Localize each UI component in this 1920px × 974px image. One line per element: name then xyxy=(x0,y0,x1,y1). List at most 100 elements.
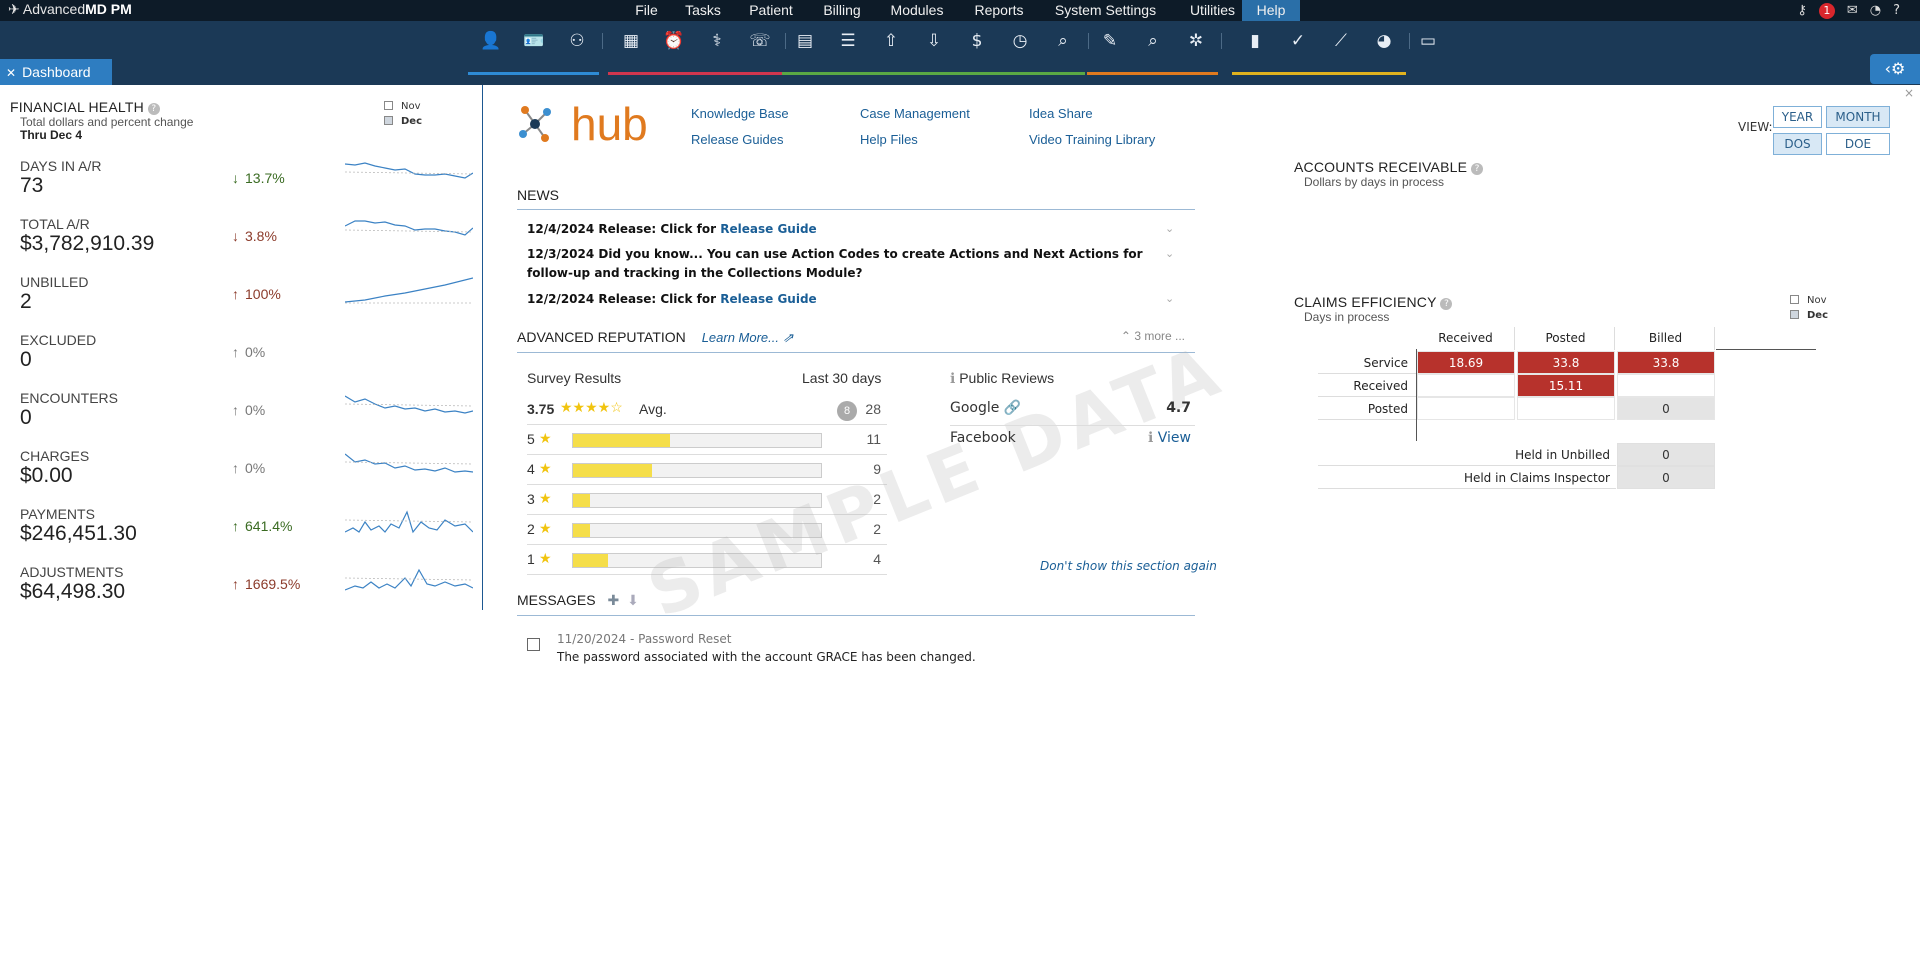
financial-row-encounters[interactable]: ENCOUNTERS 0 ↑ 0% xyxy=(20,390,480,448)
chevron-down-icon[interactable]: ⌄ xyxy=(1165,292,1174,305)
claims-cell[interactable] xyxy=(1417,374,1515,397)
financial-row-excluded[interactable]: EXCLUDED 0 ↑ 0% xyxy=(20,332,480,390)
learn-more-link[interactable]: Learn More... ⇗ xyxy=(702,330,794,345)
help-icon[interactable]: ? xyxy=(1440,298,1453,310)
chart-check-icon[interactable]: ✓ xyxy=(1278,27,1318,55)
view-dos-button[interactable]: DOS xyxy=(1773,133,1822,155)
menu-reports[interactable]: Reports xyxy=(971,0,1027,21)
financial-row-days-in-a-r[interactable]: DAYS IN A/R 73 ↓ 13.7% xyxy=(20,158,480,216)
hub-link-case-management[interactable]: Case Management xyxy=(860,106,970,121)
financial-row-payments[interactable]: PAYMENTS $246,451.30 ↑ 641.4% xyxy=(20,506,480,564)
claims-cell[interactable]: 33.8 xyxy=(1617,351,1715,374)
dont-show-link[interactable]: Don't show this section again xyxy=(1040,559,1217,573)
list-icon[interactable]: ☰ xyxy=(828,27,868,55)
hub-link-idea-share[interactable]: Idea Share xyxy=(1029,106,1093,121)
key-icon[interactable]: ⚷ xyxy=(1797,3,1807,18)
menu-file[interactable]: File xyxy=(633,0,660,21)
legend-nov[interactable]: Nov xyxy=(384,99,422,114)
claims-axis xyxy=(1716,349,1816,350)
menu-utilities[interactable]: Utilities xyxy=(1184,0,1241,21)
legend-dec[interactable]: Dec xyxy=(384,114,422,129)
tab-label: Dashboard xyxy=(22,64,91,80)
calendar-icon[interactable]: ▦ xyxy=(611,27,651,55)
speedometer-icon[interactable]: ◔ xyxy=(1870,3,1881,18)
menu-help[interactable]: Help xyxy=(1242,0,1300,21)
document-magnify-icon[interactable]: ⌕ xyxy=(1133,27,1173,55)
help-icon[interactable]: ? xyxy=(147,103,160,115)
edit-document-icon[interactable]: ✎ xyxy=(1090,27,1130,55)
view-year-button[interactable]: YEAR xyxy=(1773,106,1822,128)
claims-cell[interactable]: 33.8 xyxy=(1517,351,1615,374)
help-icon[interactable]: ? xyxy=(1893,3,1900,18)
menu-modules[interactable]: Modules xyxy=(887,0,947,21)
close-dashboard-icon[interactable]: × xyxy=(1904,86,1914,100)
chart-line-icon[interactable]: ⟋ xyxy=(1321,27,1361,55)
clock-icon[interactable]: ◷ xyxy=(1000,27,1040,55)
financial-row-adjustments[interactable]: ADJUSTMENTS $64,498.30 ↑ 1669.5% xyxy=(20,564,480,622)
news-item[interactable]: 12/3/2024 Did you know... You can use Ac… xyxy=(527,245,1167,283)
row-divider xyxy=(1318,373,1416,374)
close-icon[interactable]: ✕ xyxy=(6,66,16,80)
view-month-button[interactable]: MONTH xyxy=(1826,106,1890,128)
hub-link-video-training-library[interactable]: Video Training Library xyxy=(1029,132,1155,147)
message-checkbox[interactable] xyxy=(527,638,540,651)
legend-nov[interactable]: Nov xyxy=(1790,293,1828,308)
phone-icon[interactable]: ☏ xyxy=(740,27,780,55)
patient-search-icon[interactable]: ⚇ xyxy=(557,27,597,55)
menu-patient[interactable]: Patient xyxy=(746,0,796,21)
menu-tasks[interactable]: Tasks xyxy=(683,0,723,21)
claims-cell[interactable] xyxy=(1517,397,1615,420)
financial-row-unbilled[interactable]: UNBILLED 2 ↑ 100% xyxy=(20,274,480,332)
toolbar-separator xyxy=(602,33,603,49)
hub-link-knowledge-base[interactable]: Knowledge Base xyxy=(691,106,789,121)
view-doe-button[interactable]: DOE xyxy=(1826,133,1890,155)
metric-value: $246,451.30 xyxy=(20,522,137,545)
collapse-panel-button[interactable]: ‹⚙ xyxy=(1870,54,1920,84)
add-message-icon[interactable]: ✚ xyxy=(607,592,619,608)
chart-pie-icon[interactable]: ◕ xyxy=(1364,27,1404,55)
patient-card-icon[interactable]: 🪪 xyxy=(514,27,554,55)
financial-row-charges[interactable]: CHARGES $0.00 ↑ 0% xyxy=(20,448,480,506)
claims-cell[interactable]: 0 xyxy=(1617,397,1715,420)
download-icon[interactable]: ⇩ xyxy=(914,27,954,55)
facebook-view-link[interactable]: ℹ View xyxy=(1148,430,1191,446)
menu-billing[interactable]: Billing xyxy=(820,0,864,21)
financial-row-total-a-r[interactable]: TOTAL A/R $3,782,910.39 ↓ 3.8% xyxy=(20,216,480,274)
release-guide-link[interactable]: Release Guide xyxy=(720,222,816,236)
hub-link-help-files[interactable]: Help Files xyxy=(860,132,918,147)
legend-dec[interactable]: Dec xyxy=(1790,308,1828,323)
link-icon[interactable]: 🔗 xyxy=(1004,400,1021,416)
menu-system-settings[interactable]: System Settings xyxy=(1052,0,1159,21)
alarm-icon[interactable]: ⏰ xyxy=(654,27,694,55)
invoice-icon[interactable]: $ xyxy=(957,27,997,55)
claims-cell[interactable] xyxy=(1617,374,1715,397)
news-item[interactable]: 12/2/2024 Release: Click for Release Gui… xyxy=(527,290,1167,309)
ehr-icon[interactable]: ▭ xyxy=(1408,27,1448,55)
upload-icon[interactable]: ⇧ xyxy=(871,27,911,55)
claims-cell[interactable]: 15.11 xyxy=(1517,374,1615,397)
ledger-icon[interactable]: ▤ xyxy=(785,27,825,55)
release-guide-link[interactable]: Release Guide xyxy=(720,292,816,306)
notification-badge[interactable]: 1 xyxy=(1818,2,1835,19)
hub-link-release-guides[interactable]: Release Guides xyxy=(691,132,784,147)
more-news-link[interactable]: ⌃ 3 more ... xyxy=(1121,329,1185,343)
help-icon[interactable]: ? xyxy=(1470,163,1483,175)
chevron-down-icon[interactable]: ⌄ xyxy=(1165,247,1174,260)
bar-chart-icon[interactable]: ▮ xyxy=(1235,27,1275,55)
satellite-icon[interactable]: ✲ xyxy=(1176,27,1216,55)
patient-icon[interactable]: 👤 xyxy=(471,27,511,55)
metric-label: DAYS IN A/R xyxy=(20,158,102,174)
claims-cell[interactable]: 18.69 xyxy=(1417,351,1515,374)
metric-label: EXCLUDED xyxy=(20,332,97,348)
metric-change: ↑ 641.4% xyxy=(232,518,293,534)
document-search-icon[interactable]: ⌕ xyxy=(1043,27,1083,55)
held-value[interactable]: 0 xyxy=(1617,443,1715,466)
held-value[interactable]: 0 xyxy=(1617,466,1715,489)
download-icon[interactable]: ⬇ xyxy=(627,592,639,608)
chevron-down-icon[interactable]: ⌄ xyxy=(1165,222,1174,235)
news-item[interactable]: 12/4/2024 Release: Click for Release Gui… xyxy=(527,220,1167,239)
mail-icon[interactable]: ✉ xyxy=(1847,3,1858,18)
provider-icon[interactable]: ⚕ xyxy=(697,27,737,55)
tab-dashboard[interactable]: ✕ Dashboard xyxy=(0,59,112,85)
claims-cell[interactable] xyxy=(1417,397,1515,420)
